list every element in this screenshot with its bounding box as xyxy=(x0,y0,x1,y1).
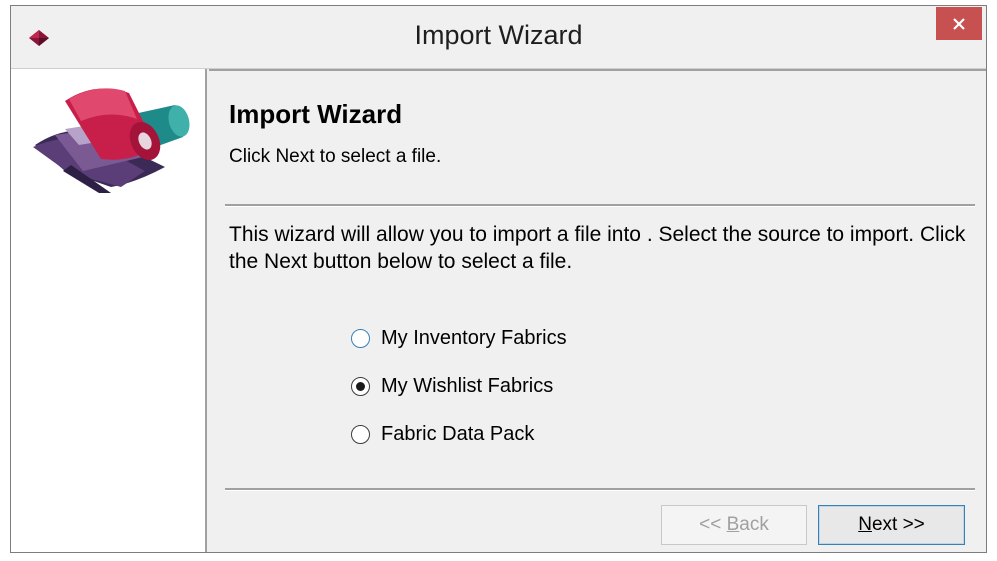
wizard-client-area: Import Wizard Click Next to select a fil… xyxy=(11,69,986,552)
next-button-rest: ext >> xyxy=(871,514,925,535)
radio-button[interactable] xyxy=(351,328,370,348)
footer-divider xyxy=(225,488,975,491)
radio-button[interactable] xyxy=(351,424,370,444)
next-button-mnemonic: N xyxy=(858,514,872,535)
header-divider xyxy=(225,204,975,207)
radio-option-data-pack[interactable]: Fabric Data Pack xyxy=(351,410,567,458)
radio-option-inventory[interactable]: My Inventory Fabrics xyxy=(351,314,567,362)
back-button[interactable]: << Back xyxy=(661,505,807,545)
back-button-rest: ack xyxy=(739,514,769,535)
fabric-rolls-logo xyxy=(33,88,190,193)
wizard-side-panel xyxy=(11,69,207,552)
next-button[interactable]: Next >> xyxy=(818,505,965,545)
radio-button[interactable] xyxy=(351,376,370,396)
wizard-content-panel: Import Wizard Click Next to select a fil… xyxy=(209,69,986,552)
page-subtitle: Click Next to select a file. xyxy=(229,146,442,167)
import-source-radio-group: My Inventory Fabrics My Wishlist Fabrics… xyxy=(351,314,567,458)
wizard-description: This wizard will allow you to import a f… xyxy=(229,223,966,273)
radio-label: My Inventory Fabrics xyxy=(381,326,567,349)
import-wizard-window: Import Wizard Import Wizard Click Next t… xyxy=(10,5,987,553)
title-bar[interactable]: Import Wizard xyxy=(11,6,986,69)
back-button-prefix: << xyxy=(699,514,727,535)
radio-label: Fabric Data Pack xyxy=(381,422,535,445)
page-title: Import Wizard xyxy=(229,99,403,129)
close-icon xyxy=(953,17,965,30)
radio-label: My Wishlist Fabrics xyxy=(381,374,554,397)
radio-option-wishlist[interactable]: My Wishlist Fabrics xyxy=(351,362,567,410)
close-button[interactable] xyxy=(936,7,982,40)
window-title: Import Wizard xyxy=(414,20,583,50)
back-button-mnemonic: B xyxy=(726,514,740,535)
